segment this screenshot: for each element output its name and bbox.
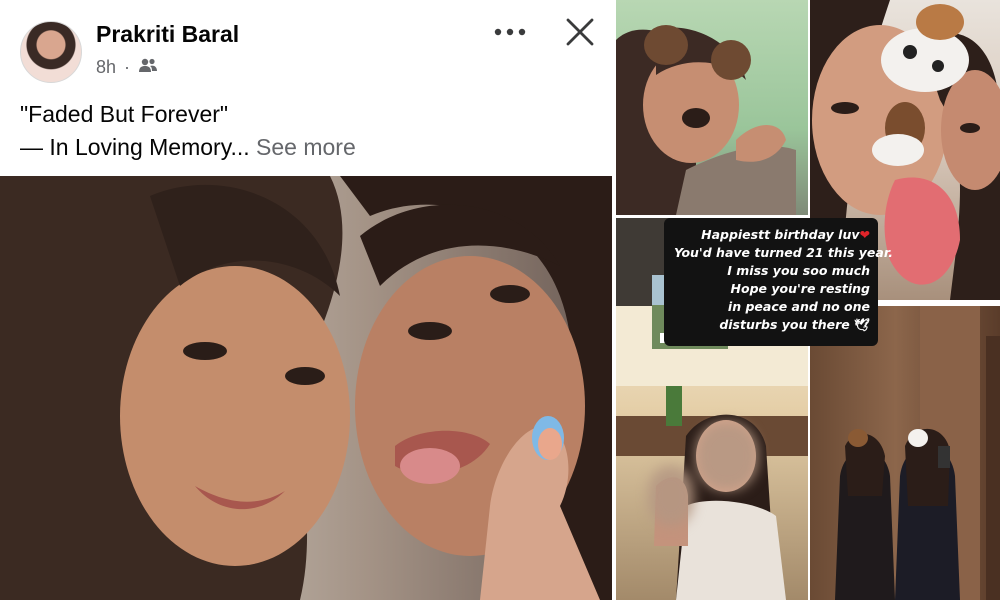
meta-separator: · xyxy=(124,56,131,77)
post-time[interactable]: 8h xyxy=(96,57,116,78)
story-line-1-text: Happiestt birthday luv xyxy=(701,227,860,242)
author-name[interactable]: Prakriti Baral xyxy=(96,21,239,48)
collage-photo-bottom-left[interactable] xyxy=(616,306,808,600)
photo-collage: Happiestt birthday luv❤ You'd have turne… xyxy=(612,0,1000,600)
see-more-link[interactable]: See more xyxy=(256,134,356,160)
story-line-4: Hope you're resting xyxy=(730,281,870,296)
caption-line-2: — In Loving Memory... See more xyxy=(20,131,600,164)
caption-line-2-text: — In Loving Memory... xyxy=(20,134,250,160)
post-header: Prakriti Baral 8h · xyxy=(0,0,612,90)
author-avatar[interactable] xyxy=(20,21,82,83)
story-text-box: Happiestt birthday luv❤ You'd have turne… xyxy=(664,218,893,346)
post-caption: "Faded But Forever" — In Loving Memory..… xyxy=(20,98,600,164)
more-icon[interactable] xyxy=(492,18,528,46)
collage-photo-bottom-right[interactable] xyxy=(810,306,1000,600)
heart-icon: ❤ xyxy=(859,227,870,242)
story-line-5: in peace and no one xyxy=(727,299,870,314)
story-line-1: Happiestt birthday luv❤ xyxy=(674,226,870,244)
story-line-2: You'd have turned 21 this year. xyxy=(674,245,893,260)
collage-photo-top-left[interactable] xyxy=(616,0,808,215)
dove-icon: 🕊 xyxy=(854,317,870,332)
caption-line-1: "Faded But Forever" xyxy=(20,101,229,127)
story-line-6-text: disturbs you there xyxy=(719,317,850,332)
friends-icon[interactable] xyxy=(138,57,158,78)
blurred-face xyxy=(696,422,758,490)
story-line-6: disturbs you there 🕊 xyxy=(674,316,870,334)
blurred-hand xyxy=(648,466,694,526)
facebook-post: Prakriti Baral 8h · "Faded But Forever" … xyxy=(0,0,612,600)
post-photo[interactable] xyxy=(0,176,612,600)
close-icon[interactable] xyxy=(562,14,598,50)
post-meta: 8h · xyxy=(96,56,158,78)
story-line-3: I miss you soo much xyxy=(727,263,870,278)
